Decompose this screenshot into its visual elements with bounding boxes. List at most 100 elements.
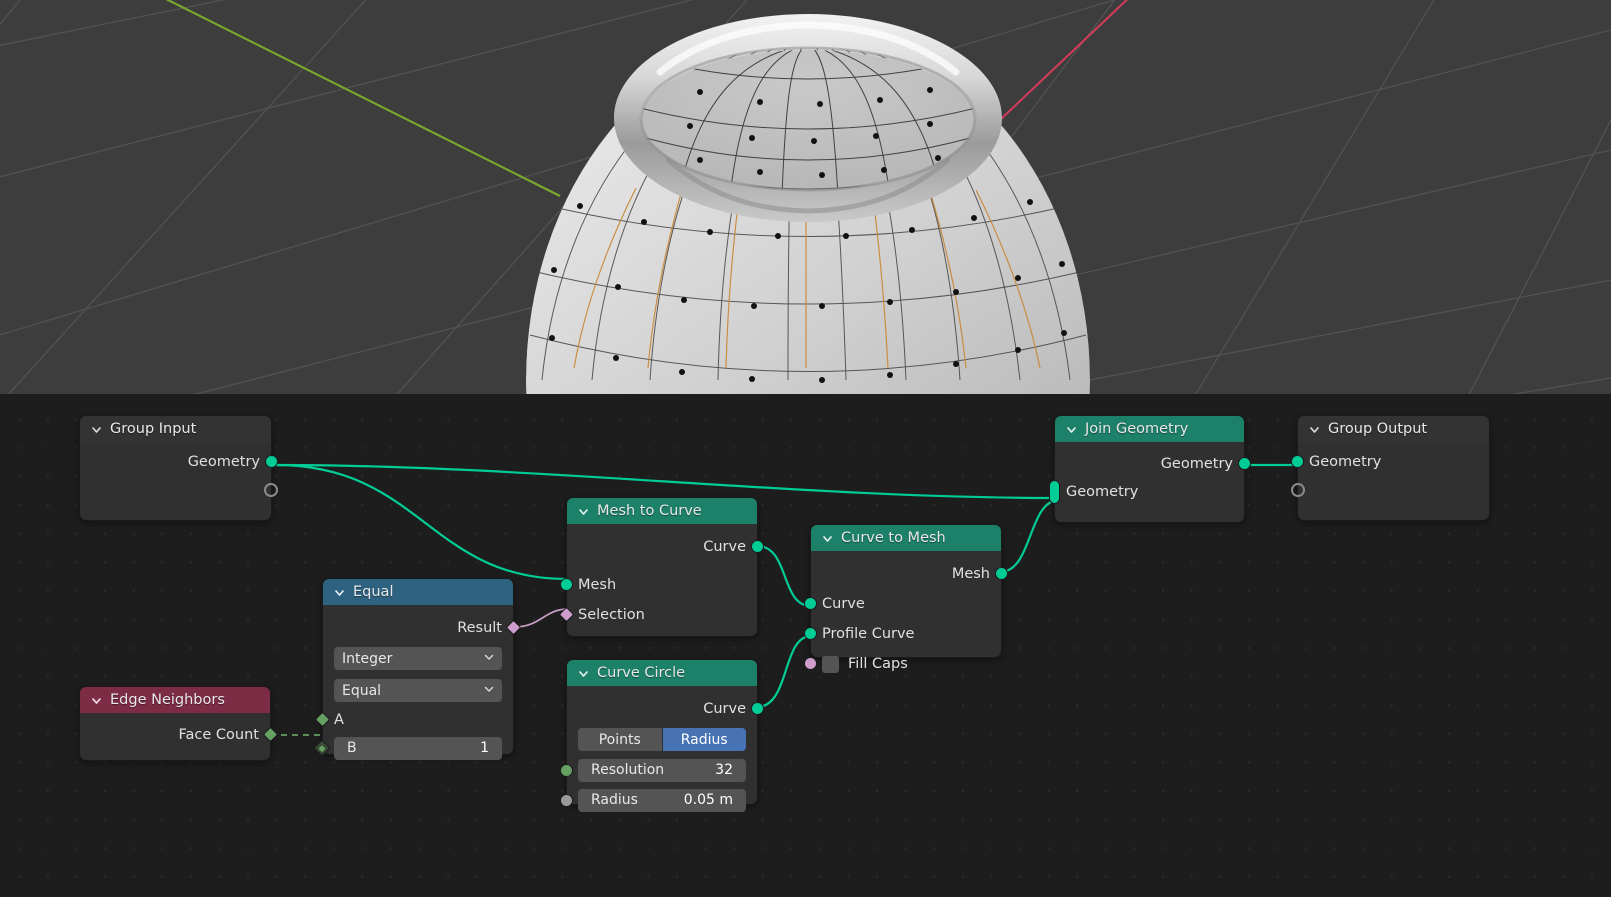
socket-mesh-output[interactable] [995, 567, 1008, 580]
chevron-down-icon[interactable] [577, 667, 590, 680]
socket-label-curve: Curve [822, 596, 865, 612]
node-title: Curve to Mesh [841, 525, 946, 551]
node-curve-to-mesh[interactable]: Curve to Mesh Mesh Curve Profile Curve [811, 525, 1001, 657]
socket-row-fill-caps-in[interactable]: Fill Caps [811, 649, 1001, 679]
chevron-down-icon[interactable] [90, 694, 103, 707]
node-header-equal[interactable]: Equal [323, 579, 513, 605]
socket-face-count-output[interactable] [263, 727, 279, 743]
chevron-down-icon[interactable] [333, 586, 346, 599]
socket-geometry-input[interactable] [1291, 455, 1304, 468]
socket-row-face-count-out[interactable]: Face Count [80, 720, 270, 750]
socket-fill-caps-input[interactable] [804, 657, 817, 670]
mode-toggle-group[interactable]: Points Radius [567, 724, 757, 755]
node-equal[interactable]: Equal Result Integer E [323, 579, 513, 754]
socket-row-virtual-out[interactable] [80, 476, 271, 504]
chevron-down-icon[interactable] [483, 651, 495, 667]
socket-label-selection: Selection [578, 607, 645, 623]
socket-selection-input[interactable] [559, 607, 575, 623]
node-title: Join Geometry [1085, 416, 1188, 442]
b-label: B [347, 740, 357, 756]
socket-label-geometry-in: Geometry [1066, 484, 1138, 500]
socket-label-result: Result [457, 620, 502, 636]
socket-geometry-output[interactable] [265, 455, 278, 468]
socket-mesh-input[interactable] [560, 578, 573, 591]
socket-geometry-multi-input[interactable] [1049, 480, 1060, 504]
node-header-curve-to-mesh[interactable]: Curve to Mesh [811, 525, 1001, 551]
node-header-edge-neighbors[interactable]: Edge Neighbors [80, 687, 270, 713]
socket-a-input[interactable] [315, 712, 331, 728]
socket-radius-input[interactable] [560, 794, 573, 807]
socket-row-mesh-in[interactable]: Mesh [567, 570, 757, 600]
node-mesh-to-curve[interactable]: Mesh to Curve Curve Mesh Selection [567, 498, 757, 636]
fill-caps-checkbox[interactable] [822, 656, 839, 673]
operation-dropdown[interactable]: Equal [334, 679, 502, 702]
socket-row-geometry-in[interactable]: Geometry [1298, 448, 1489, 476]
node-group-output[interactable]: Group Output Geometry [1298, 416, 1489, 520]
chevron-down-icon[interactable] [483, 683, 495, 699]
chevron-down-icon[interactable] [577, 505, 590, 518]
node-header-mesh-to-curve[interactable]: Mesh to Curve [567, 498, 757, 524]
toggle-points[interactable]: Points [578, 728, 662, 751]
link-curvecircle-profile [757, 636, 811, 707]
socket-row-profile-curve-in[interactable]: Profile Curve [811, 619, 1001, 649]
node-group-input[interactable]: Group Input Geometry [80, 416, 271, 520]
field-row-b[interactable]: B 1 [323, 733, 513, 763]
node-title: Equal [353, 579, 393, 605]
chevron-down-icon[interactable] [821, 532, 834, 545]
socket-row-curve-out[interactable]: Curve [567, 532, 757, 562]
socket-row-geometry-in[interactable]: Geometry [1055, 478, 1244, 506]
field-row-radius[interactable]: Radius 0.05 m [567, 785, 757, 815]
radius-label: Radius [591, 792, 638, 808]
socket-resolution-input[interactable] [560, 764, 573, 777]
node-header-curve-circle[interactable]: Curve Circle [567, 660, 757, 686]
socket-row-geometry-out[interactable]: Geometry [80, 448, 271, 476]
chevron-down-icon[interactable] [90, 423, 103, 436]
socket-row-a-in[interactable]: A [323, 707, 513, 733]
node-header-group-input[interactable]: Group Input [80, 416, 271, 442]
node-title: Group Output [1328, 416, 1427, 442]
chevron-down-icon[interactable] [1308, 423, 1321, 436]
node-edge-neighbors[interactable]: Edge Neighbors Face Count [80, 687, 270, 760]
socket-row-curve-in[interactable]: Curve [811, 589, 1001, 619]
node-body-curve-circle: Curve Points Radius Resolution 32 [567, 694, 757, 804]
socket-b-input[interactable] [314, 740, 331, 757]
socket-row-geometry-out[interactable]: Geometry [1055, 450, 1244, 478]
radius-field[interactable]: Radius 0.05 m [578, 789, 746, 812]
operation-value: Equal [342, 683, 381, 699]
dropdown-row-data-type[interactable]: Integer [323, 643, 513, 674]
socket-row-result-out[interactable]: Result [323, 613, 513, 643]
socket-virtual-input[interactable] [1291, 483, 1305, 497]
socket-result-output[interactable] [506, 620, 522, 636]
dropdown-row-operation[interactable]: Equal [323, 674, 513, 707]
node-join-geometry[interactable]: Join Geometry Geometry Geometry [1055, 416, 1244, 522]
geometry-node-editor[interactable]: Group Input Geometry Group Output [0, 394, 1611, 897]
resolution-field[interactable]: Resolution 32 [578, 759, 746, 782]
node-curve-circle[interactable]: Curve Circle Curve Points Radius Resolut [567, 660, 757, 804]
node-title: Curve Circle [597, 660, 685, 686]
node-body-group-input: Geometry [80, 448, 271, 520]
socket-row-mesh-out[interactable]: Mesh [811, 559, 1001, 589]
3d-viewport[interactable] [0, 0, 1611, 394]
node-body-mesh-to-curve: Curve Mesh Selection [567, 532, 757, 636]
socket-label-curve: Curve [703, 539, 746, 555]
node-header-join-geometry[interactable]: Join Geometry [1055, 416, 1244, 442]
node-header-group-output[interactable]: Group Output [1298, 416, 1489, 442]
socket-curve-output[interactable] [751, 540, 764, 553]
socket-virtual-output[interactable] [264, 483, 278, 497]
socket-profile-curve-input[interactable] [804, 627, 817, 640]
socket-geometry-output[interactable] [1238, 457, 1251, 470]
socket-label-geometry-out: Geometry [1161, 456, 1233, 472]
socket-row-selection-in[interactable]: Selection [567, 600, 757, 630]
socket-curve-output[interactable] [751, 702, 764, 715]
node-body-edge-neighbors: Face Count [80, 720, 270, 760]
chevron-down-icon[interactable] [1065, 423, 1078, 436]
socket-curve-input[interactable] [804, 597, 817, 610]
field-row-resolution[interactable]: Resolution 32 [567, 755, 757, 785]
socket-label-geometry: Geometry [188, 454, 260, 470]
toggle-radius[interactable]: Radius [663, 728, 747, 751]
socket-row-virtual-in[interactable] [1298, 476, 1489, 504]
b-field[interactable]: B 1 [334, 737, 502, 760]
socket-row-curve-out[interactable]: Curve [567, 694, 757, 724]
node-title: Edge Neighbors [110, 687, 225, 713]
data-type-dropdown[interactable]: Integer [334, 647, 502, 670]
